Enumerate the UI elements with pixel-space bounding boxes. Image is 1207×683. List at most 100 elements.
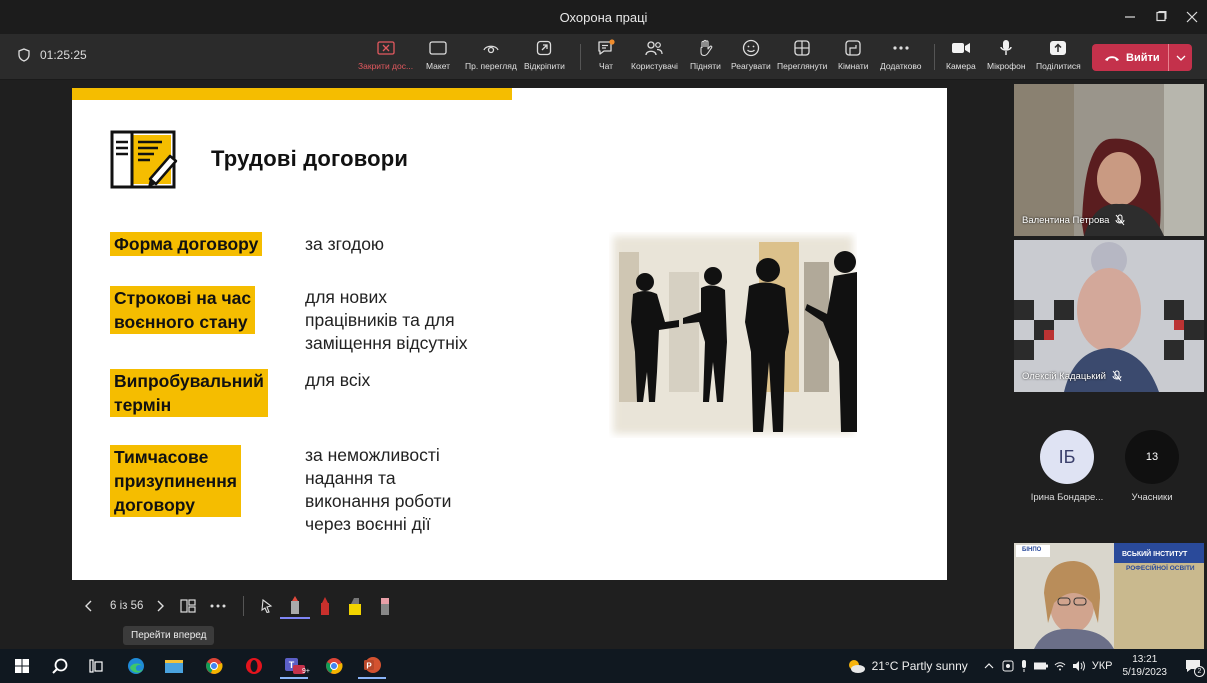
teams-taskbar-button[interactable]: T 9+	[280, 653, 310, 679]
pointer-tool[interactable]	[254, 593, 280, 619]
row-value-contract-form: за згодою	[305, 234, 385, 254]
row-value-suspension: за неможливості надання та виконання робот…	[305, 445, 452, 534]
shield-icon	[18, 48, 30, 62]
svg-text:P: P	[366, 662, 372, 671]
stop-sharing-button[interactable]: Закрити дос...	[358, 39, 413, 71]
search-icon	[52, 658, 68, 674]
row-label-fixed-term: Строкові на час воєнного стану	[110, 286, 256, 334]
pointer-icon	[261, 599, 273, 613]
input-language[interactable]: УКР	[1092, 660, 1113, 672]
powerpoint-taskbar-button[interactable]: P	[358, 653, 386, 679]
edge-taskbar-button[interactable]	[122, 653, 150, 679]
breakout-rooms-button[interactable]: Кімнати	[838, 39, 869, 71]
more-icon	[210, 604, 226, 608]
people-button[interactable]: Користувачі	[631, 39, 678, 71]
participant-avatar-name: Ірина Бондаре...	[1030, 492, 1104, 503]
more-icon	[893, 46, 909, 50]
grid-icon	[794, 40, 810, 56]
chevron-up-icon[interactable]	[984, 662, 994, 670]
slide-more-button[interactable]	[203, 593, 233, 619]
windows-logo-icon	[15, 659, 29, 673]
people-icon	[645, 41, 664, 56]
chrome-taskbar-button[interactable]	[200, 653, 228, 679]
participant-video-tile[interactable]: Валентина Петрова	[1014, 84, 1204, 236]
edge-icon	[128, 658, 144, 674]
volume-icon[interactable]	[1072, 660, 1086, 672]
participant-video-tile[interactable]: БІНПО ВСЬКИЙ ІНСТИТУТ РОФЕСІЙНОЇ ОСВІТИ	[1014, 543, 1204, 649]
meeting-toolbar: 01:25:25 Закрити дос... Макет Пр. перегл…	[0, 34, 1207, 80]
phone-hangup-icon	[1105, 55, 1119, 61]
highlighter-icon	[349, 598, 362, 615]
share-button[interactable]: Поділитися	[1036, 39, 1081, 71]
raise-hand-button[interactable]: Підняти	[690, 39, 721, 71]
slide-grid-button[interactable]	[173, 593, 203, 619]
slide-counter: 6 із 56	[110, 600, 144, 612]
windows-taskbar: T 9+ P 21°C Partly sunny УКР 13:21 5/19/2…	[0, 649, 1207, 683]
popout-button[interactable]: Відкріпити	[524, 39, 565, 71]
eraser-tool[interactable]	[370, 593, 400, 619]
file-explorer-button[interactable]	[160, 653, 188, 679]
task-view-button[interactable]	[82, 653, 110, 679]
participant-video-feed	[1014, 543, 1204, 649]
leave-options-button[interactable]	[1168, 44, 1192, 71]
highlighter-tool[interactable]	[340, 593, 370, 619]
search-button[interactable]	[46, 653, 74, 679]
next-slide-button[interactable]	[149, 593, 173, 619]
clock[interactable]: 13:21 5/19/2023	[1123, 653, 1168, 679]
maximize-button[interactable]	[1145, 0, 1176, 34]
teams-meeting-window: Охорона праці 01:25:25 Закрити дос... Ма…	[0, 0, 1207, 683]
camera-icon	[951, 43, 970, 53]
mic-muted-icon	[1115, 214, 1125, 226]
more-button[interactable]: Додатково	[880, 39, 921, 71]
microphone-icon	[1000, 40, 1012, 55]
task-view-icon	[89, 659, 103, 673]
row-label-suspension: Тимчасове призупинення договору	[110, 445, 241, 517]
start-button[interactable]	[8, 653, 36, 679]
microphone-button[interactable]: Мікрофон	[987, 39, 1026, 71]
institute-banner-text-2: РОФЕСІЙНОЇ ОСВІТИ	[1126, 565, 1195, 572]
minimize-button[interactable]	[1114, 0, 1145, 34]
chrome-profile-taskbar-button[interactable]	[320, 653, 348, 679]
participant-avatar[interactable]: ІБ	[1040, 430, 1094, 484]
system-tray: 21°C Partly sunny УКР 13:21 5/19/2023 2	[846, 649, 1207, 683]
slide-title: Трудові договори	[211, 146, 409, 171]
row-label-contract-form: Форма договору	[110, 232, 263, 256]
laser-pointer-tool[interactable]	[280, 593, 311, 619]
window-controls	[1114, 0, 1207, 34]
timer-text: 01:25:25	[40, 48, 87, 62]
react-button[interactable]: Реагувати	[731, 39, 771, 71]
layout-button[interactable]: Макет	[426, 39, 450, 71]
chat-icon	[598, 39, 615, 55]
close-window-button[interactable]	[1176, 0, 1207, 34]
view-button[interactable]: Переглянути	[777, 39, 827, 71]
meeting-timer: 01:25:25	[18, 48, 87, 62]
participants-count-label: Учасники	[1131, 492, 1173, 503]
chrome-icon	[206, 658, 223, 674]
battery-icon[interactable]	[1033, 662, 1048, 670]
business-silhouettes-image	[613, 236, 857, 434]
weather-widget[interactable]: 21°C Partly sunny	[846, 658, 968, 674]
mic-muted-icon	[1112, 370, 1122, 382]
chrome-icon	[326, 658, 343, 674]
folder-icon	[165, 660, 183, 673]
eye-icon	[483, 45, 499, 54]
notification-center-button[interactable]: 2	[1179, 649, 1207, 683]
previous-slide-button[interactable]	[76, 593, 100, 619]
private-view-button[interactable]: Пр. перегляд	[465, 39, 517, 71]
next-slide-tooltip: Перейти вперед	[123, 626, 215, 645]
row-label-probation: Випробувальний термін	[110, 369, 268, 417]
chevron-right-icon	[157, 600, 165, 612]
chat-button[interactable]: Чат	[596, 39, 616, 71]
participants-count-button[interactable]: 13	[1125, 430, 1179, 484]
contract-document-icon	[110, 130, 178, 189]
red-pen-icon	[321, 597, 330, 615]
window-title: Охорона праці	[559, 9, 648, 25]
camera-button[interactable]: Камера	[946, 39, 976, 71]
participant-video-tile[interactable]: Олексій Кадацький	[1014, 240, 1204, 392]
microphone-tray-icon[interactable]	[1020, 660, 1028, 672]
network-icon[interactable]	[1002, 660, 1014, 672]
wifi-icon[interactable]	[1054, 661, 1066, 671]
leave-button[interactable]: Вийти	[1092, 44, 1192, 71]
opera-taskbar-button[interactable]	[240, 653, 268, 679]
pen-tool[interactable]	[310, 593, 340, 619]
